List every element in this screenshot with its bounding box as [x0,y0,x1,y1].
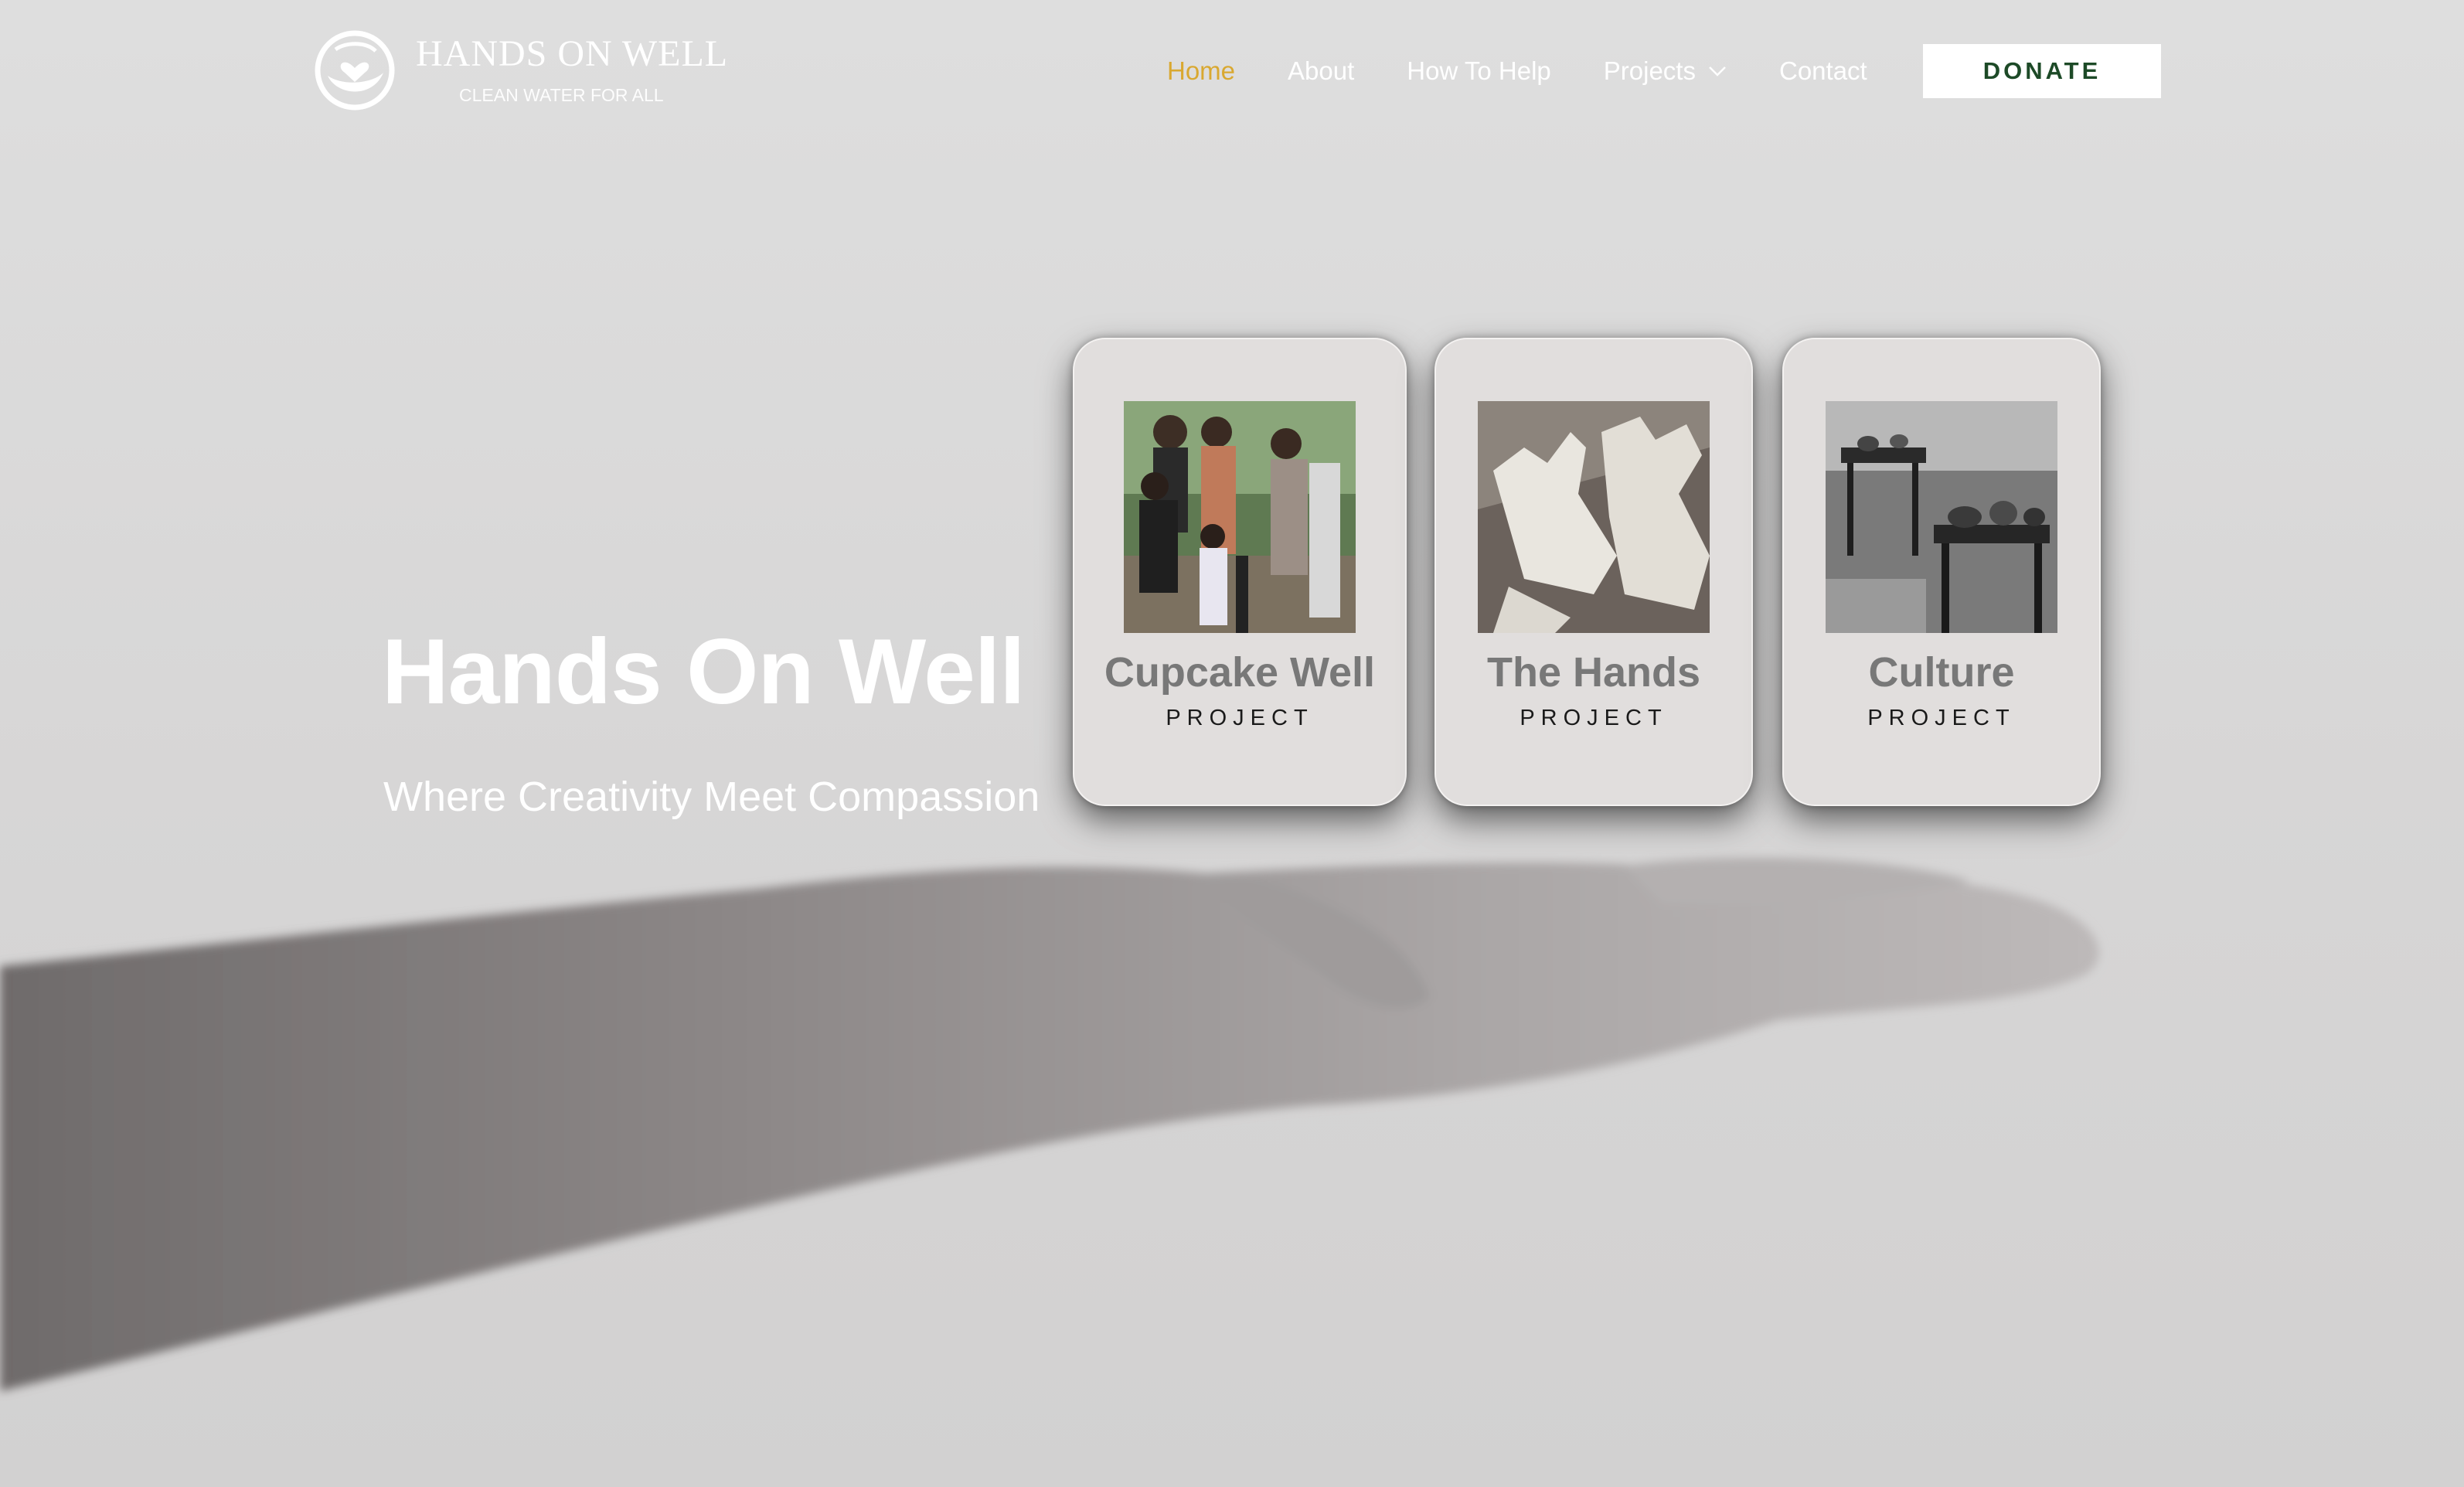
brand-tagline: CLEAN WATER FOR ALL [459,85,664,105]
project-card-label: PROJECT [1867,706,2016,730]
project-card-the-hands[interactable]: The Hands PROJECT [1434,338,1753,806]
brand-name: HANDS ON WELL [416,33,729,74]
nav-item-contact[interactable]: Contact [1779,56,1867,86]
hero-title: Hands On Well [382,620,1026,723]
project-card-label: PROJECT [1166,706,1314,730]
main-navigation: Home About How To Help Projects Contact [1167,0,1920,142]
chevron-down-icon [1709,66,1726,77]
nav-item-about[interactable]: About [1288,56,1354,86]
site-logo[interactable]: HANDS ON WELL CLEAN WATER FOR ALL [312,28,727,113]
donate-button[interactable]: DONATE [1923,44,2161,98]
nav-item-how-to-help[interactable]: How To Help [1407,56,1550,86]
hero-subtitle: Where Creativity Meet Compassion [383,774,1040,820]
gloved-hands-photo [1478,401,1710,633]
nav-item-projects-label: Projects [1603,56,1696,85]
project-card-title: Culture [1868,649,2015,696]
nav-item-home[interactable]: Home [1167,56,1235,86]
pottery-table-photo [1826,401,2057,633]
project-card-culture[interactable]: Culture PROJECT [1782,338,2101,806]
project-card-label: PROJECT [1520,706,1668,730]
nav-item-projects[interactable]: Projects [1604,56,1727,86]
project-card-cupcake-well[interactable]: Cupcake Well PROJECT [1073,338,1407,806]
project-card-title: Cupcake Well [1104,649,1376,696]
donate-button-label: DONATE [1982,57,2102,84]
project-card-title: The Hands [1486,649,1701,696]
globe-heart-icon [315,30,395,111]
family-at-well-photo [1124,401,1356,633]
